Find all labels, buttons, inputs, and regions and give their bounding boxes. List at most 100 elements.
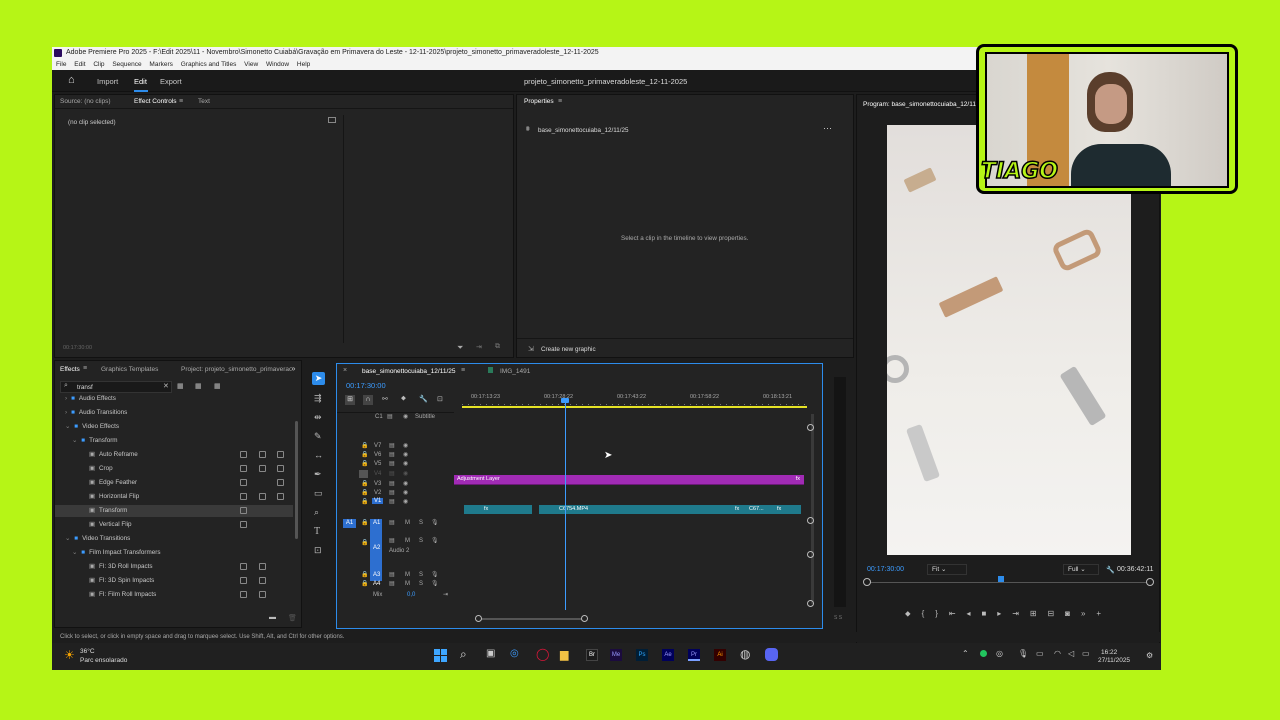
media-encoder-icon[interactable]: Me [610,649,622,661]
type-tool-icon[interactable]: T [314,526,320,537]
chrome-icon[interactable]: ◍ [740,647,750,661]
battery-icon[interactable]: ▭ [1082,649,1090,658]
track-a1[interactable]: 🔒 A1 ▤ M S 🎙 [361,519,451,528]
tab-effects[interactable]: Effects [60,366,80,373]
menu-file[interactable]: File [56,61,66,68]
effects-scrollbar[interactable] [295,421,298,539]
timeline-vscroll[interactable] [811,414,814,604]
panel-menu-icon[interactable]: ≡ [461,367,465,374]
wrench-icon[interactable]: 🔧 [1106,566,1115,574]
rectangle-tool-icon[interactable]: ▭ [314,488,323,499]
menu-view[interactable]: View [244,61,258,68]
yuv-filter-icon[interactable]: ▦ [214,382,221,390]
v1-main-clip[interactable]: C6754.MP4 fx C67... fx [539,505,801,514]
eye-icon[interactable]: ◉ [403,489,408,496]
close-tab-icon[interactable]: × [343,367,347,374]
hscroll-handle-left[interactable] [475,615,482,622]
trash-icon[interactable]: 🗑 [288,614,297,622]
microphone-icon[interactable]: 🎙 [431,580,439,587]
quality-select[interactable]: Full ⌄ [1063,564,1099,575]
lock-icon[interactable]: 🔒 [361,580,368,587]
insert-icon[interactable]: ⊞ [1030,609,1037,618]
microphone-tray-icon[interactable]: 🎙 [1018,649,1028,658]
eye-icon[interactable]: ◉ [403,413,408,420]
tree-item-audio-transitions[interactable]: › ■ Audio Transitions [55,407,293,419]
tree-item-video-effects[interactable]: ⌄ ■ Video Effects [55,421,293,433]
source-patch-a1[interactable]: A1 [343,519,356,528]
go-to-out-icon[interactable]: ⇥ [1012,609,1019,618]
track-v2[interactable]: 🔒 V2 ▤ ◉ [361,489,451,498]
track-v1[interactable]: 🔒 V1 ▤ ◉ [361,498,451,507]
pen-tool-icon[interactable]: ✒ [314,469,322,480]
track-v6[interactable]: 🔒 V6 ▤ ◉ [361,451,451,460]
step-forward-icon[interactable]: ▸ [997,609,1001,618]
tray-app-icon[interactable] [980,650,987,657]
accelerated-filter-icon[interactable]: ▦ [177,382,184,390]
lock-icon[interactable]: 🔒 [361,519,368,526]
photoshop-icon[interactable]: Ps [636,649,648,661]
zoom-handle-left[interactable] [863,578,871,586]
menu-sequence[interactable]: Sequence [112,61,141,68]
windows-start-icon[interactable] [434,649,447,662]
lock-icon[interactable]: 🔒 [361,442,368,449]
caption-tool-icon[interactable]: ⊡ [314,545,322,556]
tree-item-fi-film-roll[interactable]: ▣ FI: Film Roll Impacts [55,589,293,601]
notification-icon[interactable]: ⚙ [1146,651,1153,660]
weather-temp[interactable]: 36°C [80,648,95,655]
linked-selection-icon[interactable]: ⚯ [382,395,388,403]
menu-help[interactable]: Help [297,61,310,68]
workspace-export[interactable]: Export [160,77,182,86]
premiere-icon[interactable]: Pr [688,649,700,661]
vscroll-handle[interactable] [807,551,814,558]
eye-icon[interactable]: ◉ [403,442,408,449]
zoom-tool-icon[interactable]: ⌕ [314,507,319,518]
tree-item-horizontal-flip[interactable]: ▣ Horizontal Flip [55,491,293,503]
mark-in-icon[interactable]: { [922,609,925,618]
tree-item-transform-folder[interactable]: ⌄ ■ Transform [55,435,293,447]
play-stop-icon[interactable]: ■ [981,609,986,618]
sync-icon[interactable]: ▤ [389,519,395,526]
opera-icon[interactable]: ◯ [536,647,549,661]
eye-icon[interactable]: ◉ [403,460,408,467]
vscroll-handle[interactable] [807,517,814,524]
add-marker-icon[interactable]: ⬥ [905,609,911,619]
zoom-handle-right[interactable] [1146,578,1154,586]
track-v7[interactable]: 🔒 V7 ▤ ◉ [361,442,451,451]
track-a3[interactable]: 🔒 A3 ▤ M S 🎙 [361,571,451,580]
steam-icon[interactable]: ◎ [510,648,519,659]
eye-icon[interactable]: ◉ [403,470,408,477]
timeline-tracks-area[interactable]: Adjustment Layer fx fx C6754.MP4 fx C67... f… [454,398,809,610]
camera-icon[interactable]: ◙ [1065,609,1070,618]
film-icon[interactable]: ▤ [389,480,395,487]
tree-item-edge-feather[interactable]: ▣ Edge Feather [55,477,293,489]
settings-icon[interactable]: ⧉ [495,343,500,351]
lock-icon[interactable] [359,470,368,478]
solo-button[interactable]: S [419,581,423,587]
wrench-icon[interactable]: 🔧 [419,395,428,403]
tree-item-vertical-flip[interactable]: ▣ Vertical Flip [55,519,293,531]
workspace-edit[interactable]: Edit [134,77,147,86]
tree-item-transform-effect[interactable]: ▣ Transform [55,505,293,517]
playhead-marker[interactable] [998,576,1004,582]
discord-icon[interactable] [765,648,778,661]
overwrite-icon[interactable]: ⊟ [1048,609,1055,618]
lock-icon[interactable]: 🔒 [361,489,368,496]
panel-menu-icon[interactable]: ≡ [558,98,562,105]
vscroll-handle[interactable] [807,600,814,607]
step-back-icon[interactable]: ◂ [966,609,970,618]
timeline-timecode[interactable]: 00:17:30:00 [346,381,386,390]
film-icon[interactable]: ▤ [389,498,395,505]
tab-program[interactable]: Program: base_simonettocuiaba_12/11 [863,101,976,108]
wifi-icon[interactable]: ◠ [1054,649,1061,658]
solo-button[interactable]: S [419,520,423,526]
panel-menu-icon[interactable]: ≡ [83,365,87,372]
tree-item-crop[interactable]: ▣ Crop [55,463,293,475]
tab-source[interactable]: Source: (no clips) [60,98,111,105]
weather-desc[interactable]: Parc ensolarado [80,657,127,664]
mix-end-icon[interactable]: ⇥ [443,591,448,598]
track-v4[interactable]: V4 ▤ ◉ [359,470,451,479]
snap-icon[interactable]: ∩ [363,395,373,405]
lock-icon[interactable]: 🔒 [361,571,368,578]
more-tabs-icon[interactable]: » [291,364,295,373]
collapse-icon[interactable] [328,117,336,123]
